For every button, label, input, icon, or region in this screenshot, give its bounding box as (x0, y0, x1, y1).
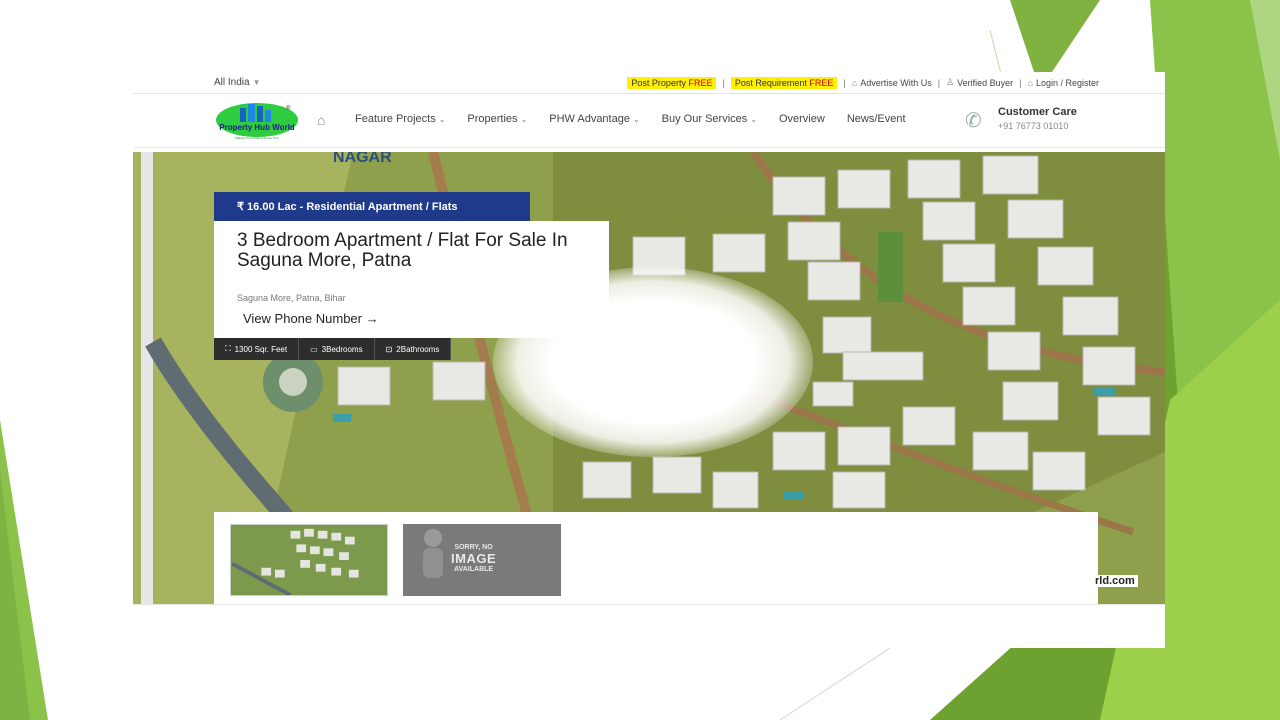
nav-item-label: Feature Projects (355, 113, 436, 125)
nav-menu: Feature Projects ⌄ Properties ⌄ PHW Advant… (355, 113, 928, 125)
chevron-down-icon: ⌄ (438, 115, 446, 124)
chevron-down-icon: ⌄ (750, 115, 757, 124)
no-image-line2: IMAGE (451, 551, 497, 566)
area-icon: ⛶ (225, 344, 231, 353)
home-icon: ⌂ (851, 77, 858, 88)
nav-item-news-event[interactable]: News/Event (847, 113, 906, 125)
nav-item-label: News/Event (846, 113, 906, 125)
advertise-label: Advertise With Us (860, 77, 932, 88)
listing-address: Saguna More, Patna, Bihar (237, 293, 346, 303)
login-link[interactable]: ⌂ Login / Register (1028, 78, 1099, 88)
watermark: rld.com (1092, 575, 1138, 587)
nav-item-buy-services[interactable]: Buy Our Services ⌄ (662, 113, 757, 125)
svg-text:®: ® (286, 105, 291, 112)
location-selector[interactable]: All India ▼ (214, 77, 261, 88)
divider: | (722, 77, 725, 88)
nav-item-overview[interactable]: Overview (779, 113, 825, 125)
user-icon: ♙ (946, 77, 955, 87)
free-badge: FREE (809, 77, 834, 88)
customer-care-label: Customer Care (998, 106, 1077, 118)
customer-care-phone: +91 76773 01010 (998, 121, 1069, 131)
chevron-down-icon: ▼ (252, 78, 261, 87)
divider: | (843, 77, 846, 88)
chevron-down-icon: ⌄ (632, 115, 640, 124)
advertise-link[interactable]: ⌂ Advertise With Us (852, 78, 932, 88)
view-phone-button[interactable]: View Phone Number → (243, 311, 379, 326)
bath-icon: ⊡ (385, 344, 393, 354)
verified-buyer-link[interactable]: ♙ Verified Buyer (946, 77, 1013, 88)
nav-item-label: Properties (467, 113, 518, 125)
feature-bedrooms: ▭ 3Bedrooms (299, 338, 375, 360)
post-property-label: Post Property (631, 77, 686, 88)
post-property-link[interactable]: Post Property FREE (627, 76, 717, 89)
svg-text:NAGAR: NAGAR (333, 152, 392, 166)
verified-buyer-label: Verified Buyer (957, 77, 1014, 88)
gallery-thumb-site-plan[interactable] (230, 524, 388, 596)
top-links: Post Property FREE | Post Requirement FR… (627, 75, 1099, 90)
free-badge: FREE (688, 77, 713, 88)
gallery-thumb-no-image[interactable]: SORRY, NO IMAGE AVAILABLE (403, 524, 561, 596)
chevron-down-icon: ⌄ (520, 115, 528, 124)
svg-text:Property Hub World: Property Hub World (219, 123, 295, 132)
post-requirement-link[interactable]: Post Requirement FREE (730, 76, 838, 89)
post-requirement-label: Post Requirement (734, 77, 807, 88)
lock-icon: ⌂ (1027, 77, 1033, 88)
no-image-line1: SORRY, NO (454, 544, 493, 551)
svg-text:Making Your Dreams Come True: Making Your Dreams Come True (235, 136, 279, 140)
website-screenshot: All India ▼ Post Property FREE | Post Req… (133, 72, 1165, 648)
presentation-slide: All India ▼ Post Property FREE | Post Req… (0, 0, 1280, 720)
main-nav: ® Property Hub World Making Your Dreams … (133, 95, 1165, 148)
nav-item-label: Buy Our Services (661, 113, 748, 125)
price-badge: ₹ 16.00 Lac - Residential Apartment / Fl… (214, 192, 530, 221)
nav-item-label: Overview (778, 113, 825, 125)
no-image-line3: AVAILABLE (454, 566, 494, 573)
feature-label: 2Bathrooms (396, 344, 440, 354)
top-bar: All India ▼ Post Property FREE | Post Req… (133, 72, 1165, 94)
feature-bar: ⛶ 1300 Sqr. Feet ▭ 3Bedrooms ⊡ 2Bathrooms (214, 338, 452, 360)
login-label: Login / Register (1035, 77, 1099, 88)
divider: | (1019, 77, 1022, 88)
home-icon[interactable]: ⌂ (317, 112, 325, 128)
feature-bathrooms: ⊡ 2Bathrooms (375, 338, 452, 360)
bed-icon: ▭ (310, 344, 318, 354)
location-label: All India (214, 77, 250, 88)
nav-item-properties[interactable]: Properties ⌄ (467, 113, 527, 125)
nav-item-phw-advantage[interactable]: PHW Advantage ⌄ (549, 113, 639, 125)
figure-icon (423, 529, 443, 578)
phone-icon: ✆ (965, 110, 982, 132)
site-logo[interactable]: ® Property Hub World Making Your Dreams … (214, 102, 300, 142)
feature-area: ⛶ 1300 Sqr. Feet (214, 338, 300, 360)
no-image-sign: SORRY, NO IMAGE AVAILABLE (451, 544, 496, 573)
nav-item-feature-projects[interactable]: Feature Projects ⌄ (355, 113, 445, 125)
nav-item-label: PHW Advantage (549, 113, 630, 125)
feature-label: 3Bedrooms (321, 344, 363, 354)
divider (133, 604, 1165, 605)
gallery-strip: SORRY, NO IMAGE AVAILABLE (214, 512, 1098, 608)
listing-card: 3 Bedroom Apartment / Flat For Sale In S… (214, 221, 609, 338)
feature-label: 1300 Sqr. Feet (234, 344, 288, 354)
divider: | (937, 77, 941, 88)
listing-title: 3 Bedroom Apartment / Flat For Sale In S… (237, 230, 568, 271)
